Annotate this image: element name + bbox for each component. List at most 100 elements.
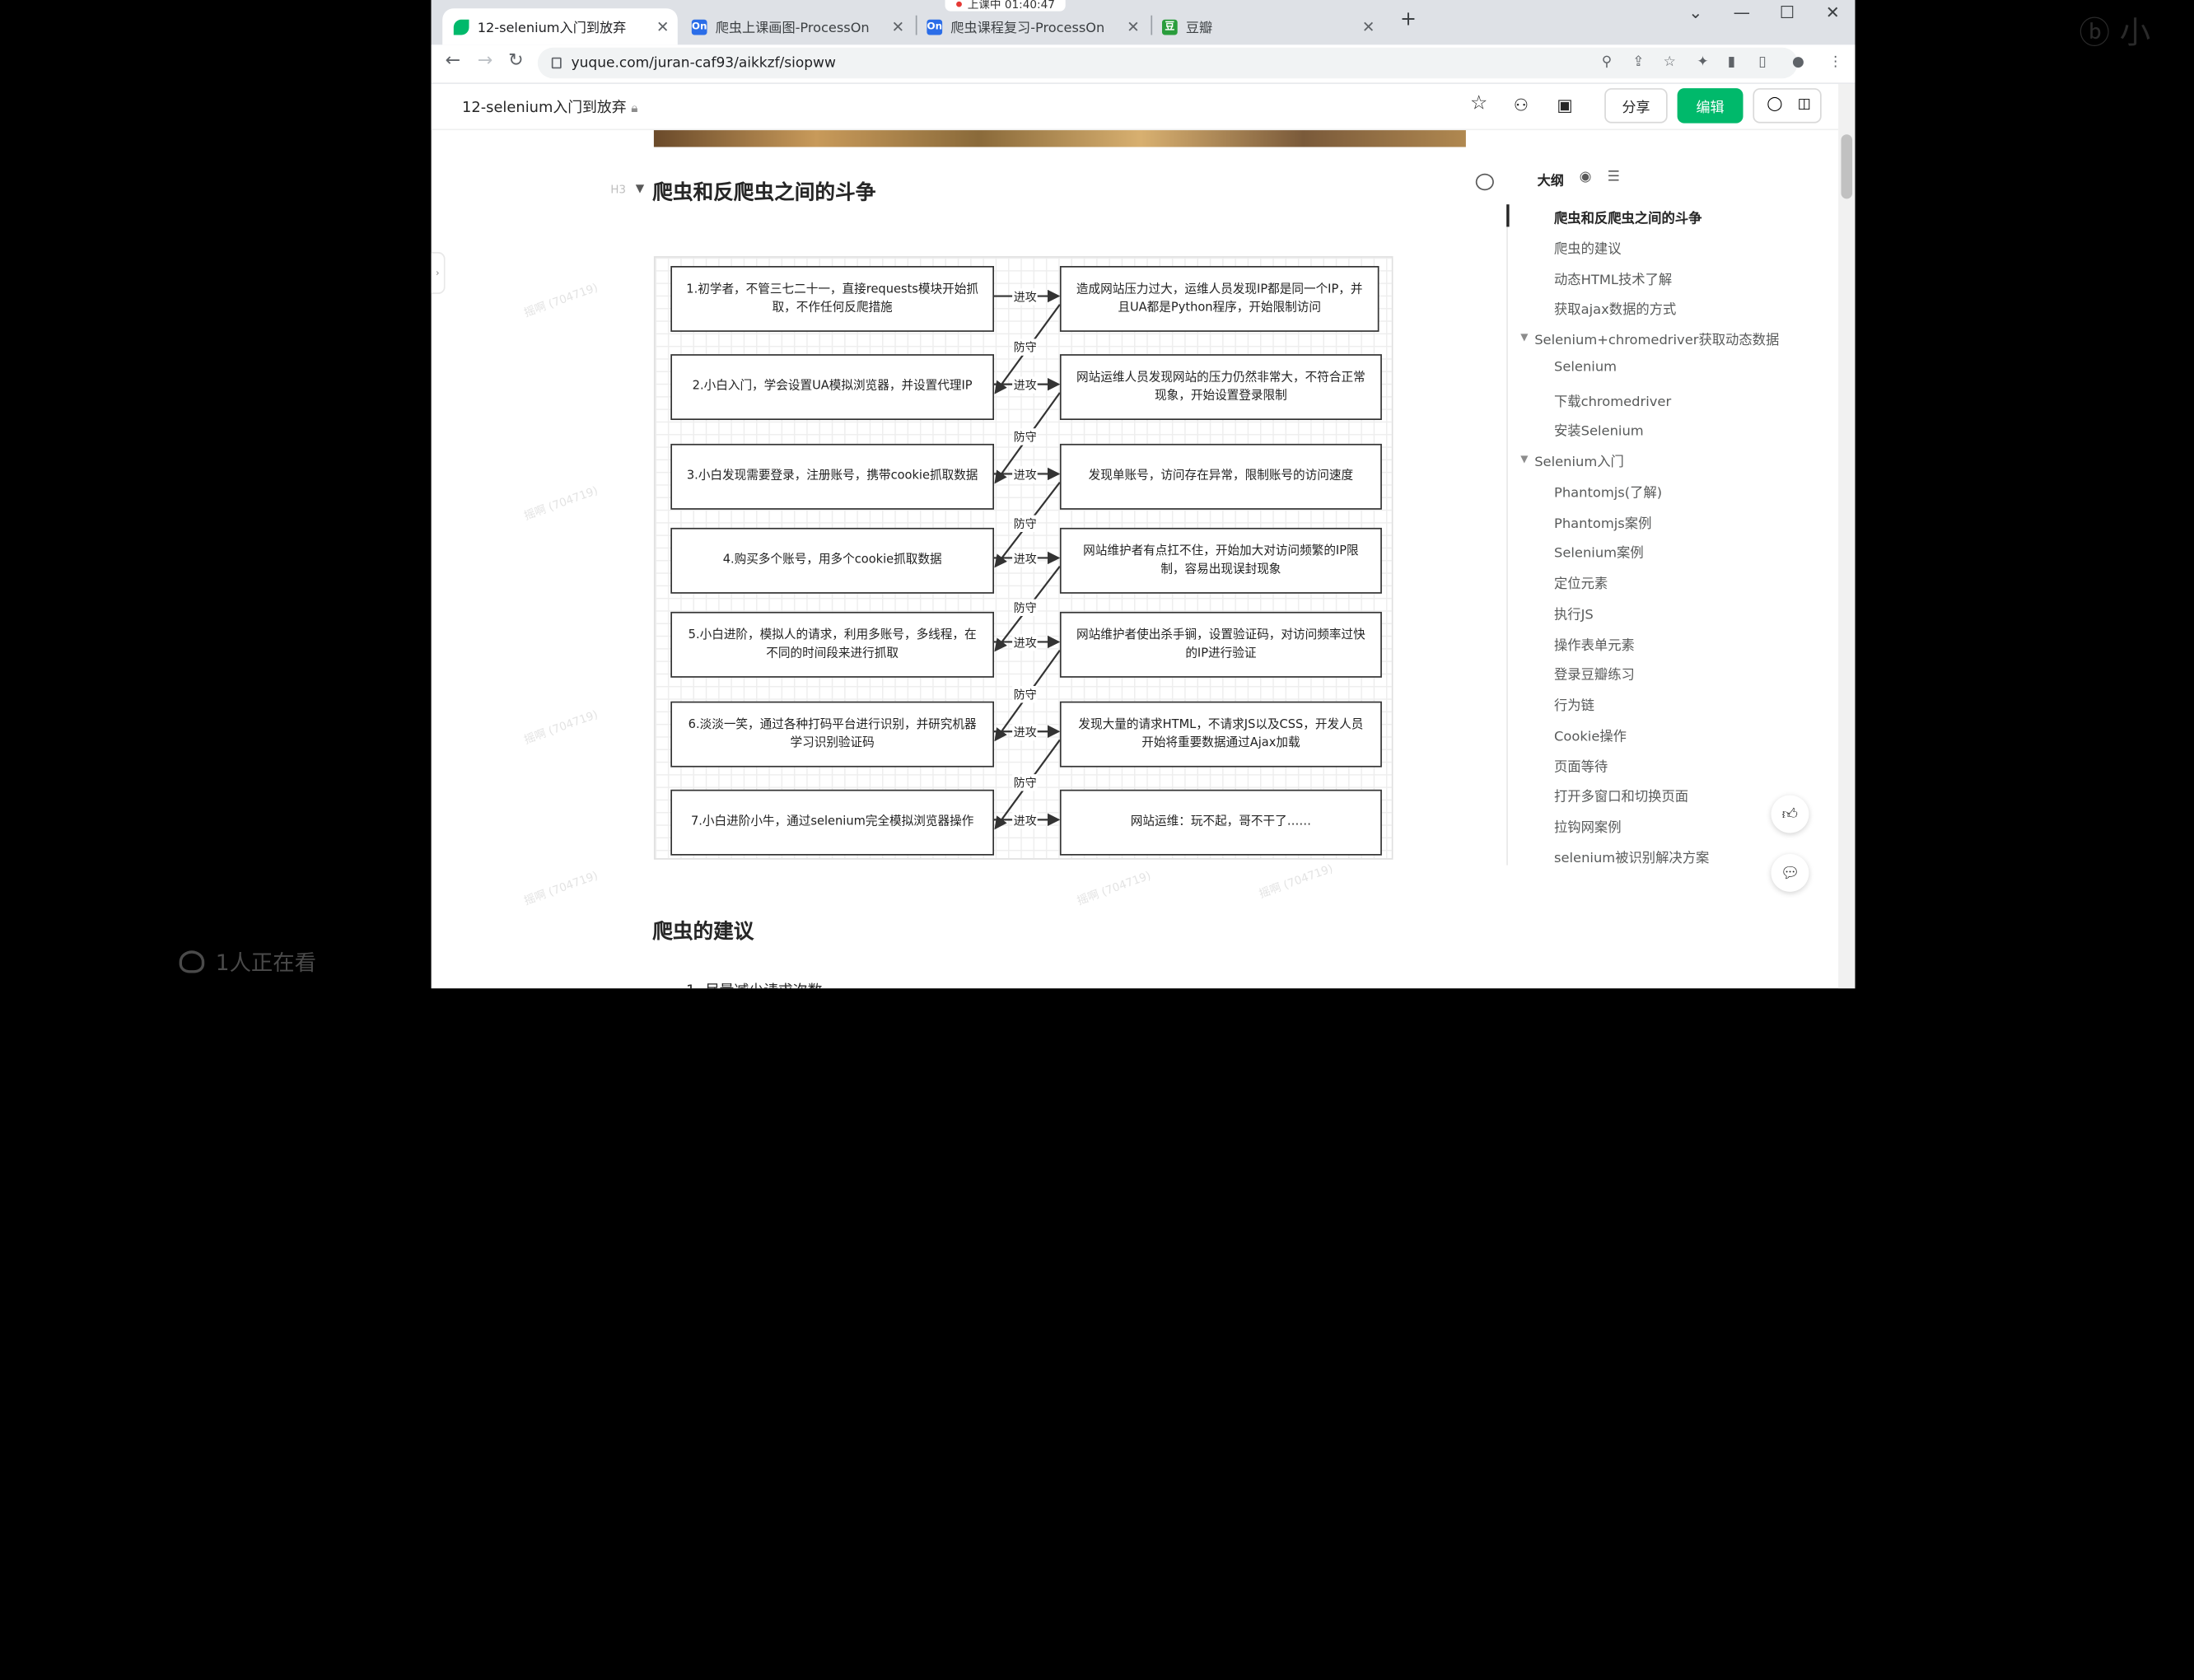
outline-item[interactable]: Phantomjs案例 — [1554, 511, 1651, 531]
like-icon[interactable]: 👍︎ — [1771, 795, 1809, 833]
tab-title: 豆瓣 — [1185, 21, 1213, 37]
layout-icon[interactable]: ◫ — [1798, 96, 1811, 112]
close-icon[interactable]: ✕ — [1362, 17, 1375, 35]
comment-icon[interactable]: ◯ — [1767, 96, 1782, 112]
processon-icon: On — [691, 18, 707, 35]
close-window-icon[interactable]: ✕ — [1826, 2, 1840, 22]
attack-label: 进攻 — [1012, 633, 1039, 651]
present-icon[interactable]: ▣ — [1557, 96, 1572, 115]
doc-header: 12-selenium入门到放弃 🔒︎ ☆ ⚇ ▣ 分享 编辑 ◯ ◫ — [431, 84, 1839, 131]
close-icon[interactable]: ✕ — [1127, 17, 1140, 35]
new-tab-icon[interactable]: + — [1400, 8, 1417, 30]
anti-crawler-box: 发现单账号，访问存在异常，限制账号的访问速度 — [1059, 443, 1382, 510]
translate-icon[interactable]: ⚲ — [1602, 54, 1612, 70]
watermark-text: 摇啊 (704719) — [522, 281, 600, 320]
expand-sidebar-icon[interactable]: › — [431, 252, 446, 294]
anti-crawler-box: 造成网站压力过大，运维人员发现IP都是同一个IP，并且UA都是Python程序，… — [1059, 266, 1379, 332]
outline-item[interactable]: 动态HTML技术了解 — [1554, 268, 1672, 288]
outline-item[interactable]: Selenium — [1554, 359, 1617, 375]
tab-bar: 12-selenium入门到放弃 ✕ On 爬虫上课画图-ProcessOn ✕… — [431, 0, 1856, 45]
outline-item[interactable]: 下载chromedriver — [1554, 390, 1671, 410]
doc-title: 12-selenium入门到放弃 🔒︎ — [462, 99, 638, 117]
anti-crawler-box: 网站运维人员发现网站的压力仍然非常大，不符合正常现象，开始设置登录限制 — [1059, 354, 1382, 420]
heading-advice: 爬虫的建议 — [652, 921, 754, 944]
crawler-step-box: 6.淡淡一笑，通过各种打码平台进行识别，并研究机器学习识别验证码 — [670, 701, 994, 768]
tab-3[interactable]: On 爬虫课程复习-ProcessOn ✕ — [916, 8, 1148, 44]
url-text[interactable]: yuque.com/juran-caf93/aikkzf/siopww — [572, 56, 836, 72]
forward-icon[interactable]: → — [478, 50, 493, 72]
defend-label: 防守 — [1012, 338, 1039, 356]
outline-item[interactable]: Selenium入门 — [1534, 450, 1624, 471]
collapse-caret-icon[interactable]: ▼ — [1520, 332, 1528, 343]
close-icon[interactable]: ✕ — [656, 17, 670, 35]
hide-outline-icon[interactable]: ◉ — [1580, 170, 1592, 185]
tab-title: 爬虫上课画图-ProcessOn — [715, 21, 870, 37]
tab-2[interactable]: On 爬虫上课画图-ProcessOn ✕ — [680, 8, 913, 44]
back-icon[interactable]: ← — [446, 50, 461, 72]
outline-item[interactable]: 获取ajax数据的方式 — [1554, 299, 1676, 319]
anti-crawler-box: 网站运维：玩不起，哥不干了…… — [1059, 789, 1382, 856]
outline-item[interactable]: 登录豆瓣练习 — [1554, 664, 1635, 684]
outline-item[interactable]: 爬虫的建议 — [1554, 238, 1622, 258]
processon-icon: On — [927, 18, 943, 35]
collapse-caret-icon[interactable]: ▼ — [1520, 454, 1528, 465]
anti-crawler-box: 网站维护者有点扛不住，开始加大对访问频繁的IP限制，容易出现误封现象 — [1059, 527, 1382, 594]
attack-label: 进攻 — [1012, 811, 1039, 828]
lock-icon[interactable] — [551, 57, 562, 69]
defend-label: 防守 — [1012, 514, 1039, 532]
outline-item[interactable]: 行为链 — [1554, 694, 1594, 714]
tab-4[interactable]: 豆 豆瓣 ✕ — [1151, 8, 1383, 44]
outline-item[interactable]: 打开多窗口和切换页面 — [1554, 786, 1688, 805]
crawler-step-box: 5.小白进阶，模拟人的请求，利用多账号，多线程，在不同的时间段来进行抓取 — [670, 611, 994, 678]
star-icon[interactable]: ☆ — [1470, 92, 1487, 114]
attack-label: 进攻 — [1012, 549, 1039, 567]
reload-icon[interactable]: ↻ — [508, 50, 524, 72]
extension-icon[interactable]: ✦ — [1697, 54, 1708, 70]
tab-1[interactable]: 12-selenium入门到放弃 ✕ — [442, 8, 678, 45]
maximize-icon[interactable]: ☐ — [1780, 2, 1795, 22]
list-item: 1. 尽量减少请求次数 — [686, 980, 823, 988]
star-icon[interactable]: ☆ — [1664, 54, 1676, 70]
scrollbar[interactable] — [1838, 84, 1856, 989]
puzzle-icon[interactable]: ▮ — [1728, 54, 1735, 70]
outline-active-indicator — [1506, 204, 1510, 227]
yuque-leaf-icon — [453, 18, 469, 35]
outline-item[interactable]: Phantomjs(了解) — [1554, 481, 1662, 501]
outline-item[interactable]: 页面等待 — [1554, 755, 1608, 775]
outline-list-icon[interactable]: ☰ — [1608, 170, 1620, 185]
crawler-step-box: 3.小白发现需要登录，注册账号，携带cookie抓取数据 — [670, 443, 994, 510]
scrollbar-thumb[interactable] — [1841, 134, 1853, 199]
cover-image — [653, 130, 1466, 147]
outline-item[interactable]: 拉钩网案例 — [1554, 816, 1622, 836]
outline-item[interactable]: Cookie操作 — [1554, 725, 1627, 744]
outline-item[interactable]: 操作表单元素 — [1554, 633, 1635, 653]
share-page-icon[interactable]: ⇪ — [1632, 54, 1644, 70]
profile-icon[interactable]: ● — [1792, 54, 1804, 70]
tab-title: 爬虫课程复习-ProcessOn — [950, 21, 1105, 37]
comment-float-icon[interactable]: 💬︎ — [1771, 854, 1809, 892]
recording-badge: 上课中 01:40:47 — [945, 0, 1067, 12]
lock-icon: 🔒︎ — [631, 102, 638, 117]
add-collaborator-icon[interactable]: ⚇ — [1514, 96, 1529, 115]
outline-item[interactable]: Selenium案例 — [1554, 542, 1644, 562]
attack-label: 进攻 — [1012, 465, 1039, 483]
tab-search-icon[interactable]: ⌄ — [1688, 2, 1702, 22]
edit-button[interactable]: 编辑 — [1677, 88, 1744, 124]
defend-label: 防守 — [1012, 598, 1039, 616]
outline-item[interactable]: Selenium+chromedriver获取动态数据 — [1534, 329, 1779, 349]
outline-item[interactable]: selenium被识别解决方案 — [1554, 847, 1709, 866]
outline-item[interactable]: 安装Selenium — [1554, 420, 1644, 441]
collapse-caret-icon[interactable]: ▼ — [636, 182, 644, 194]
outline-item[interactable]: 定位元素 — [1554, 572, 1608, 592]
sidepanel-icon[interactable]: ▯ — [1758, 54, 1766, 70]
outline-item[interactable]: 爬虫和反爬虫之间的斗争 — [1554, 208, 1702, 227]
comment-icon[interactable] — [1475, 173, 1494, 191]
menu-icon[interactable]: ⋮ — [1828, 54, 1842, 70]
viewers-icon — [179, 950, 205, 973]
minimize-icon[interactable]: — — [1734, 2, 1750, 22]
outline-item[interactable]: 执行JS — [1554, 603, 1594, 623]
anti-crawler-box: 发现大量的请求HTML，不请求JS以及CSS，开发人员开始将重要数据通过Ajax… — [1059, 701, 1382, 768]
close-icon[interactable]: ✕ — [892, 17, 905, 35]
share-button[interactable]: 分享 — [1604, 88, 1668, 124]
flow-diagram: 1.初学者，不管三七二十一，直接requests模块开始抓取，不作任何反爬措施 2… — [522, 256, 1393, 908]
